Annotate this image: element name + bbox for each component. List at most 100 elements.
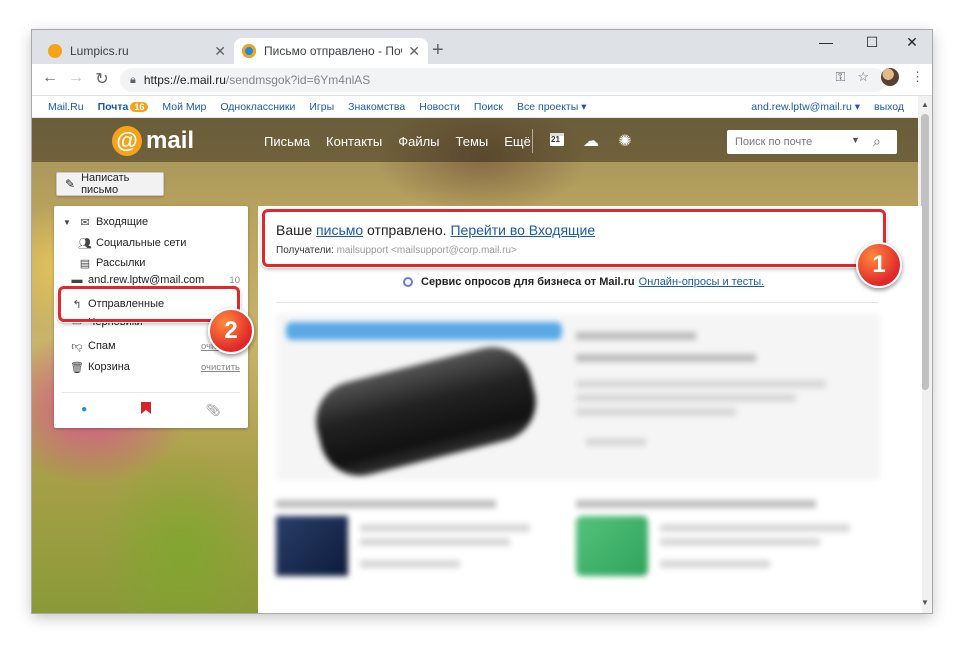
card-thumbnail (276, 516, 348, 576)
folder-label: Входящие (96, 216, 149, 228)
url-path: /sendmsgok?id=6Ym4nlAS (225, 73, 371, 87)
flag-filter-icon[interactable] (141, 402, 152, 417)
tab-title: Lumpics.ru (70, 44, 129, 58)
nav-more[interactable]: Ещё (504, 134, 531, 149)
nav-files[interactable]: Файлы (398, 134, 439, 149)
calendar-icon[interactable]: 21 (547, 131, 567, 152)
compose-button[interactable]: ✎ Написать письмо (56, 172, 164, 196)
folder-social[interactable]: 👥︎ Социальные сети (54, 233, 248, 253)
divider (276, 302, 878, 303)
minimize-button[interactable]: — (806, 34, 846, 50)
portal-link-games[interactable]: Игры (309, 101, 334, 113)
back-arrow-icon[interactable]: ← (40, 69, 60, 87)
collapse-triangle-icon[interactable]: ▼ (60, 218, 74, 227)
nav-contacts[interactable]: Контакты (326, 134, 382, 149)
reload-icon[interactable]: ↻ (92, 69, 112, 89)
attachment-filter-icon[interactable]: 📎︎ (206, 403, 221, 417)
portal-nav: Mail.Ru Почта 16 Мой Мир Одноклассники Иг… (32, 96, 918, 118)
clear-trash-link[interactable]: очистить (201, 362, 240, 373)
folder-newsletters[interactable]: ▤ Рассылки (54, 253, 248, 273)
nav-letters[interactable]: Письма (264, 134, 310, 149)
content-panel: Ваше письмо отправлено. Перейти во Входя… (258, 206, 922, 613)
folder-label: and.rew.lptw@mail.com (88, 275, 205, 285)
scroll-up-icon[interactable]: ▲ (918, 100, 932, 109)
portal-link-mailru[interactable]: Mail.Ru (48, 101, 84, 113)
folder-inbox[interactable]: ▼ ✉ Входящие (54, 212, 248, 232)
divider (62, 392, 240, 393)
unread-filter-icon[interactable]: ● (81, 404, 87, 415)
folder-icon: ▬ (71, 275, 83, 285)
folder-label: Корзина (88, 361, 130, 373)
card-text-line (360, 524, 530, 532)
forward-arrow-icon[interactable]: → (66, 69, 86, 87)
card-title-line (276, 500, 496, 508)
search-icon[interactable]: ⌕ (873, 133, 881, 150)
address-bar[interactable]: 🔒︎ https://e.mail.ru/sendmsgok?id=6Ym4nl… (120, 68, 886, 92)
menu-dots-icon[interactable]: ⋮ (911, 69, 924, 85)
mail-logo[interactable]: @ mail (112, 126, 194, 156)
card-text-line (360, 560, 460, 568)
tab-mail-sent[interactable]: Письмо отправлено - Почта Ма ✕ (234, 38, 428, 64)
survey-link[interactable]: Онлайн-опросы и тесты. (639, 276, 765, 288)
survey-text: Сервис опросов для бизнеса от Mail.ru (421, 276, 635, 288)
tab-title: Письмо отправлено - Почта Ма (264, 44, 402, 58)
user-account-link[interactable]: and.rew.lptw@mail.ru ▾ (751, 101, 860, 113)
newsletter-icon: ▤ (79, 257, 91, 270)
browser-window: Lumpics.ru ✕ Письмо отправлено - Почта М… (32, 30, 932, 613)
logout-link[interactable]: выход (874, 101, 904, 113)
portal-link-search[interactable]: Поиск (474, 101, 503, 113)
card-text-line (660, 538, 820, 546)
folder-trash[interactable]: 🗑︎ Корзина очистить (54, 357, 248, 377)
ad-text-line (576, 394, 796, 402)
step-badge-1: 1 (856, 242, 902, 288)
logo-at-icon: @ (112, 126, 142, 156)
discount-icon[interactable]: ✺ (615, 131, 635, 151)
portal-link-pochta[interactable]: Почта 16 (98, 101, 149, 113)
ad-title-bar (286, 322, 562, 340)
scrollbar-thumb[interactable] (921, 114, 929, 390)
url-host: https://e.mail.ru (143, 73, 226, 87)
key-icon[interactable]: ⚿ (835, 69, 845, 85)
close-tab-icon[interactable]: ✕ (408, 43, 420, 60)
card-thumbnail (576, 516, 648, 576)
calendar-day: 21 (551, 134, 560, 144)
ad-text-line (576, 408, 736, 416)
close-window-button[interactable]: ✕ (892, 34, 932, 51)
chevron-down-icon[interactable]: ▼ (851, 135, 860, 145)
portal-link-ok[interactable]: Одноклассники (220, 101, 295, 113)
folder-account[interactable]: ▬ and.rew.lptw@mail.com 10 (54, 275, 248, 285)
mail-nav: Письма Контакты Файлы Темы Ещё (264, 134, 531, 149)
ad-button-placeholder (586, 438, 646, 446)
ad-product-image (307, 338, 545, 485)
portal-user-area: and.rew.lptw@mail.ru ▾ выход (751, 101, 904, 113)
folder-label: Рассылки (96, 257, 146, 269)
thumbs-down-icon: 👎︎ (71, 340, 83, 353)
header-tool-icons: 21 ☁ ✺ (532, 129, 635, 153)
folder-label: Спам (88, 340, 116, 352)
portal-link-label: Почта (97, 100, 129, 113)
close-tab-icon[interactable]: ✕ (214, 43, 226, 60)
portal-link-all-projects[interactable]: Все проекты ▾ (517, 101, 586, 113)
news-card[interactable] (576, 496, 866, 613)
search-input[interactable]: Поиск по почте ▼ ⌕ (727, 130, 897, 154)
portal-link-dating[interactable]: Знакомства (348, 101, 405, 113)
news-card[interactable] (276, 496, 556, 613)
card-text-line (660, 560, 770, 568)
new-tab-button[interactable]: + (432, 40, 444, 60)
ad-banner[interactable] (276, 314, 880, 485)
toolbar-icons: ⚿ ☆ ⋮ (835, 68, 924, 86)
cloud-icon[interactable]: ☁ (581, 131, 601, 151)
profile-avatar[interactable] (881, 68, 899, 86)
nav-themes[interactable]: Темы (456, 134, 489, 149)
portal-link-my-world[interactable]: Мой Мир (162, 101, 206, 113)
star-icon[interactable]: ☆ (857, 69, 869, 85)
pencil-icon: ✎ (65, 177, 76, 191)
tab-strip: Lumpics.ru ✕ Письмо отправлено - Почта М… (32, 30, 932, 64)
search-placeholder: Поиск по почте (735, 136, 813, 148)
divider (532, 129, 533, 153)
maximize-button[interactable]: ☐ (852, 34, 892, 51)
tab-lumpics[interactable]: Lumpics.ru ✕ (40, 38, 234, 64)
folder-label: Социальные сети (96, 237, 187, 249)
portal-link-news[interactable]: Новости (419, 101, 460, 113)
survey-logo-icon (403, 277, 413, 287)
